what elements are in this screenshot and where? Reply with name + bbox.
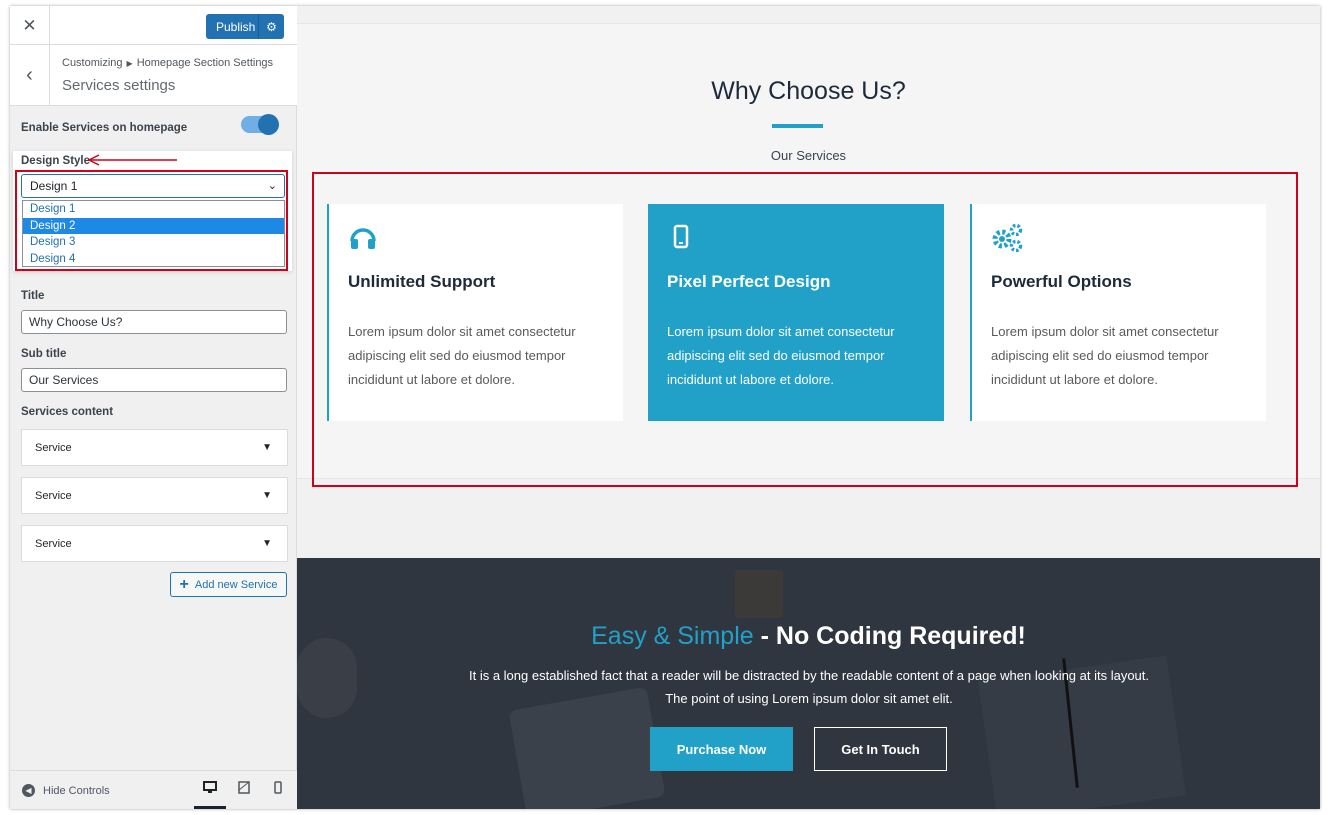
get-in-touch-button[interactable]: Get In Touch xyxy=(814,727,947,771)
breadcrumb-item: Homepage Section Settings xyxy=(136,57,274,69)
enable-services-label: Enable Services on homepage xyxy=(21,122,188,134)
customizer-footer: ◀ Hide Controls xyxy=(10,770,297,809)
triangle-down-icon: ▼ xyxy=(262,442,272,453)
back-button[interactable]: ‹ xyxy=(10,45,50,106)
subtitle-input[interactable]: Our Services xyxy=(21,368,287,392)
cta-section: Easy & Simple - No Coding Required! It i… xyxy=(297,558,1320,809)
section-title: Services settings xyxy=(62,77,176,94)
service-card-title: Powerful Options xyxy=(991,272,1132,291)
services-section: Why Choose Us? Our Services Unlimited Su… xyxy=(297,23,1320,487)
customizer-sidebar: ✕ Publish ⚙ ‹ Customizing ▶ Homepage Secti… xyxy=(10,6,297,809)
option-design-1[interactable]: Design 1 xyxy=(23,201,284,218)
service-card: Powerful Options Lorem ipsum dolor sit a… xyxy=(970,204,1266,421)
service-card-title: Pixel Perfect Design xyxy=(667,272,831,291)
close-button[interactable]: ✕ xyxy=(10,6,50,45)
service-card-text: Lorem ipsum dolor sit amet consectetur a… xyxy=(348,324,576,387)
cta-text: It is a long established fact that a rea… xyxy=(468,668,1150,706)
service-card: Unlimited Support Lorem ipsum dolor sit … xyxy=(327,204,623,421)
purchase-now-button[interactable]: Purchase Now xyxy=(650,727,793,771)
service-accordion-item[interactable]: Service ▼ xyxy=(21,429,288,466)
design-style-select[interactable]: Design 1 ⌄ xyxy=(21,174,285,198)
tablet-preview-button[interactable] xyxy=(228,781,260,809)
breadcrumb-item: Customizing xyxy=(62,57,123,69)
desktop-icon xyxy=(203,781,217,793)
mobile-icon xyxy=(274,781,282,794)
cta-title-rest: - No Coding Required! xyxy=(753,622,1026,650)
add-new-service-button[interactable]: + Add new Service xyxy=(170,572,287,597)
service-card-text: Lorem ipsum dolor sit amet consectetur a… xyxy=(667,324,895,387)
title-label: Title xyxy=(21,290,45,302)
option-design-2[interactable]: Design 2 xyxy=(23,217,284,234)
hide-controls-button[interactable]: ◀ Hide Controls xyxy=(22,784,110,797)
cogs-icon xyxy=(991,222,1023,253)
add-new-service-label: Add new Service xyxy=(194,578,278,591)
title-input[interactable]: Why Choose Us? xyxy=(21,310,287,334)
service-card-highlighted: Pixel Perfect Design Lorem ipsum dolor s… xyxy=(648,204,944,421)
service-item-label: Service xyxy=(35,442,72,454)
design-style-label: Design Style xyxy=(21,155,91,167)
service-card-text: Lorem ipsum dolor sit amet consectetur a… xyxy=(991,324,1219,387)
annotation-arrow-icon xyxy=(87,154,177,166)
service-accordion-item[interactable]: Service ▼ xyxy=(21,525,288,562)
triangle-right-icon: ▶ xyxy=(126,59,133,68)
headphones-icon xyxy=(348,222,378,252)
hide-controls-label: Hide Controls xyxy=(43,784,110,797)
publish-label: Publish xyxy=(216,19,256,34)
services-content-label: Services content xyxy=(21,406,114,418)
option-design-4[interactable]: Design 4 xyxy=(23,251,284,268)
triangle-down-icon: ▼ xyxy=(262,490,272,501)
customizer-topbar: ✕ Publish ⚙ xyxy=(10,6,297,45)
tablet-icon xyxy=(238,781,250,794)
enable-services-toggle[interactable] xyxy=(241,114,279,135)
background-decoration xyxy=(735,570,783,618)
collapse-icon: ◀ xyxy=(22,784,35,797)
plus-icon: + xyxy=(179,575,189,593)
section-title: Why Choose Us? xyxy=(711,77,906,105)
service-item-label: Service xyxy=(35,490,72,502)
design-style-selected: Design 1 xyxy=(30,179,78,193)
chevron-left-icon: ‹ xyxy=(26,64,33,86)
triangle-down-icon: ▼ xyxy=(262,538,272,549)
site-preview: Why Choose Us? Our Services Unlimited Su… xyxy=(297,6,1320,809)
subtitle-label: Sub title xyxy=(21,348,67,360)
section-subtitle: Our Services xyxy=(770,148,847,163)
mobile-icon xyxy=(667,222,697,252)
toggle-knob xyxy=(258,114,279,135)
cta-title: Easy & Simple - No Coding Required! xyxy=(297,622,1320,651)
service-item-label: Service xyxy=(35,538,72,550)
option-design-3[interactable]: Design 3 xyxy=(23,234,284,251)
chevron-down-icon: ⌄ xyxy=(267,180,277,192)
close-icon: ✕ xyxy=(22,15,37,35)
publish-button[interactable]: Publish ⚙ xyxy=(206,14,284,39)
service-accordion-item[interactable]: Service ▼ xyxy=(21,477,288,514)
cta-title-accent: Easy & Simple xyxy=(591,622,754,650)
mobile-preview-button[interactable] xyxy=(262,781,294,809)
section-header: ‹ Customizing ▶ Homepage Section Settings … xyxy=(10,45,297,106)
desktop-preview-button[interactable] xyxy=(194,781,226,809)
gear-icon[interactable]: ⚙ xyxy=(258,14,284,39)
title-underline xyxy=(772,124,823,128)
design-style-options: Design 1 Design 2 Design 3 Design 4 xyxy=(22,200,285,267)
service-card-title: Unlimited Support xyxy=(348,272,496,291)
customizer-window: ✕ Publish ⚙ ‹ Customizing ▶ Homepage Secti… xyxy=(10,6,1320,809)
breadcrumb: Customizing ▶ Homepage Section Settings xyxy=(62,57,273,69)
